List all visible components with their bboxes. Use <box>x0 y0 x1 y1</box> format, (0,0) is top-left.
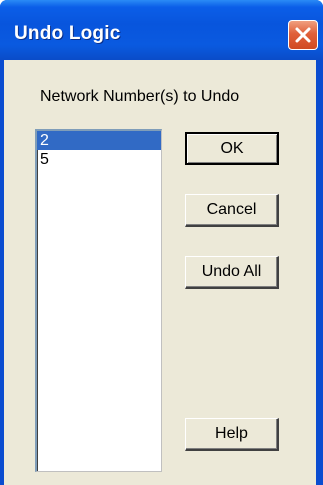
ok-button[interactable]: OK <box>185 132 279 165</box>
list-item[interactable]: 2 <box>37 131 161 150</box>
network-numbers-label: Network Number(s) to Undo <box>40 88 240 105</box>
close-icon <box>295 27 311 43</box>
title-bar[interactable]: Undo Logic <box>0 0 323 60</box>
undo-logic-dialog: Undo Logic Network Number(s) to Undo 2 5… <box>0 0 323 485</box>
dialog-body: Network Number(s) to Undo 2 5 OK Cancel … <box>4 60 316 485</box>
close-button[interactable] <box>288 20 318 50</box>
cancel-button[interactable]: Cancel <box>185 194 279 227</box>
help-button[interactable]: Help <box>185 418 279 451</box>
window-title: Undo Logic <box>14 23 121 44</box>
window-border-right <box>316 60 323 485</box>
network-number-listbox[interactable]: 2 5 <box>35 129 162 472</box>
undo-all-button[interactable]: Undo All <box>185 256 279 289</box>
list-item[interactable]: 5 <box>37 150 161 169</box>
